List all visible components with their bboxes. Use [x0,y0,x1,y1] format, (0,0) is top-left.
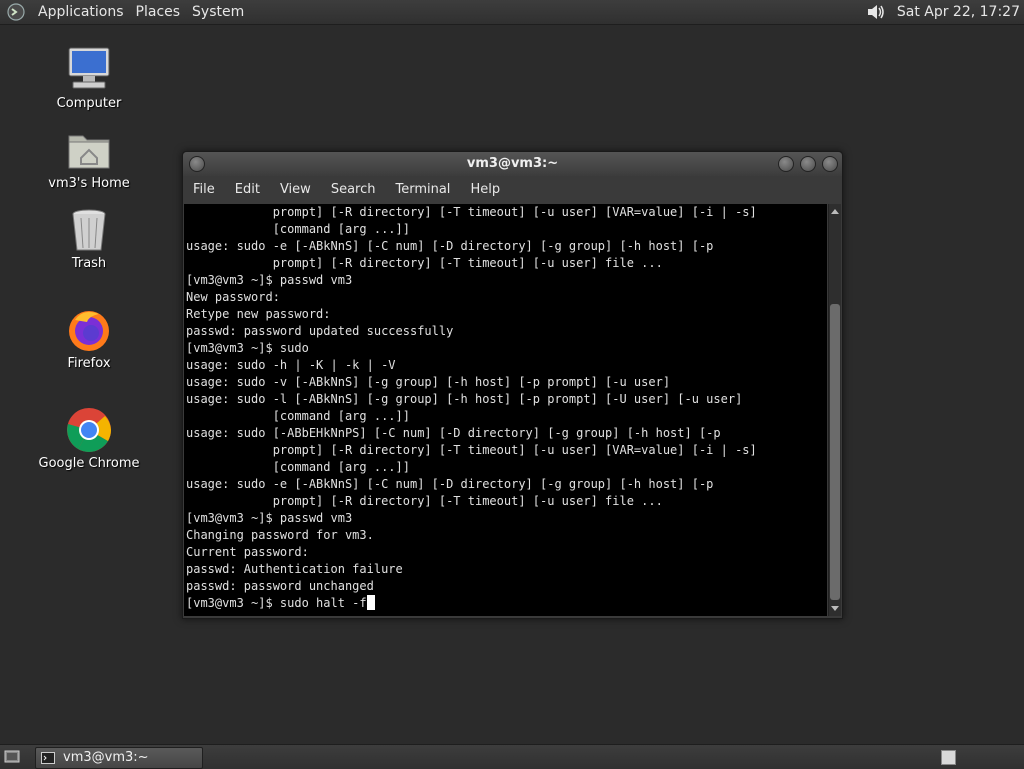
window-title: vm3@vm3:~ [466,156,559,171]
menu-edit[interactable]: Edit [225,182,270,197]
text-cursor [366,595,375,610]
desktop-icon-label: vm3's Home [48,176,130,191]
terminal-line: prompt] [-R directory] [-T timeout] [-u … [186,494,663,508]
applications-menu[interactable]: Applications [32,0,130,24]
scrollbar-thumb[interactable] [830,304,840,600]
terminal-line: [command [arg ...]] [186,222,410,236]
desktop-icon-chrome[interactable]: Google Chrome [34,406,144,471]
terminal-prompt-line[interactable]: [vm3@vm3 ~]$ sudo halt -f [186,595,827,612]
distro-logo-icon[interactable] [6,2,26,22]
desktop-icon-computer[interactable]: Computer [34,46,144,111]
clock[interactable]: Sat Apr 22, 17:27 [897,4,1020,20]
taskbar-terminal-label: vm3@vm3:~ [63,750,149,765]
top-panel: Applications Places System Sat Apr 22, 1… [0,0,1024,25]
firefox-icon [69,311,109,351]
menu-terminal[interactable]: Terminal [385,182,460,197]
menu-help[interactable]: Help [460,182,510,197]
desktop-icon-firefox[interactable]: Firefox [34,306,144,371]
terminal-window[interactable]: vm3@vm3:~ File Edit View Search Terminal… [182,151,843,619]
terminal-line: usage: sudo -e [-ABkNnS] [-C num] [-D di… [186,477,714,491]
close-button[interactable] [822,156,838,172]
volume-icon[interactable] [865,2,887,22]
desktop-icon-trash[interactable]: Trash [34,206,144,271]
terminal-line: prompt] [-R directory] [-T timeout] [-u … [186,443,757,457]
desktop-icon-label: Computer [56,96,122,111]
places-menu[interactable]: Places [130,0,187,24]
desktop-icon-label: Google Chrome [38,456,140,471]
terminal-line: usage: sudo -h | -K | -k | -V [186,358,396,372]
terminal-line: prompt] [-R directory] [-T timeout] [-u … [186,256,663,270]
maximize-button[interactable] [800,156,816,172]
terminal-line: prompt] [-R directory] [-T timeout] [-u … [186,205,757,219]
terminal-line: passwd: password unchanged [186,579,374,593]
bottom-panel: vm3@vm3:~ [0,744,1024,769]
desktop-icon-home[interactable]: vm3's Home [34,126,144,191]
system-tray: Sat Apr 22, 17:27 [865,0,1024,24]
prompt-text: [vm3@vm3 ~]$ sudo halt -f [186,596,367,610]
terminal-line: usage: sudo -l [-ABkNnS] [-g group] [-h … [186,392,743,406]
desktop-icon-label: Trash [71,256,107,271]
terminal-line: [command [arg ...]] [186,460,410,474]
terminal-line: [command [arg ...]] [186,409,410,423]
terminal-line: Current password: [186,545,309,559]
terminal-icon [41,752,55,764]
workspace-switcher-icon[interactable] [941,750,956,765]
menu-view[interactable]: View [270,182,321,197]
taskbar-terminal-button[interactable]: vm3@vm3:~ [35,747,203,769]
system-menu[interactable]: System [186,0,250,24]
desktop-icon-label: Firefox [67,356,111,371]
computer-icon [68,47,110,89]
window-menu-button[interactable] [189,156,205,172]
terminal-menubar: File Edit View Search Terminal Help [183,176,842,202]
menu-file[interactable]: File [183,182,225,197]
terminal-line: usage: sudo [-ABbEHkNnPS] [-C num] [-D d… [186,426,721,440]
terminal-line: usage: sudo -v [-ABkNnS] [-g group] [-h … [186,375,671,389]
menu-search[interactable]: Search [321,182,386,197]
trash-icon [72,209,106,251]
terminal-line: New password: [186,290,280,304]
show-desktop-icon[interactable] [4,749,20,764]
minimize-button[interactable] [778,156,794,172]
window-titlebar[interactable]: vm3@vm3:~ [183,152,842,176]
terminal-line: [vm3@vm3 ~]$ sudo [186,341,309,355]
home-folder-icon [68,135,110,169]
terminal-line: Retype new password: [186,307,331,321]
terminal-line: usage: sudo -e [-ABkNnS] [-C num] [-D di… [186,239,714,253]
scroll-up-arrow-icon[interactable] [831,209,839,214]
terminal-scrollbar[interactable] [828,204,841,616]
chrome-icon [67,408,111,452]
terminal-line: [vm3@vm3 ~]$ passwd vm3 [186,511,353,525]
terminal-text: prompt] [-R directory] [-T timeout] [-u … [184,204,827,612]
scroll-down-arrow-icon[interactable] [831,606,839,611]
terminal-line: [vm3@vm3 ~]$ passwd vm3 [186,273,353,287]
terminal-line: Changing password for vm3. [186,528,374,542]
terminal-line: passwd: password updated successfully [186,324,454,338]
terminal-output[interactable]: prompt] [-R directory] [-T timeout] [-u … [184,204,827,616]
terminal-line: passwd: Authentication failure [186,562,403,576]
